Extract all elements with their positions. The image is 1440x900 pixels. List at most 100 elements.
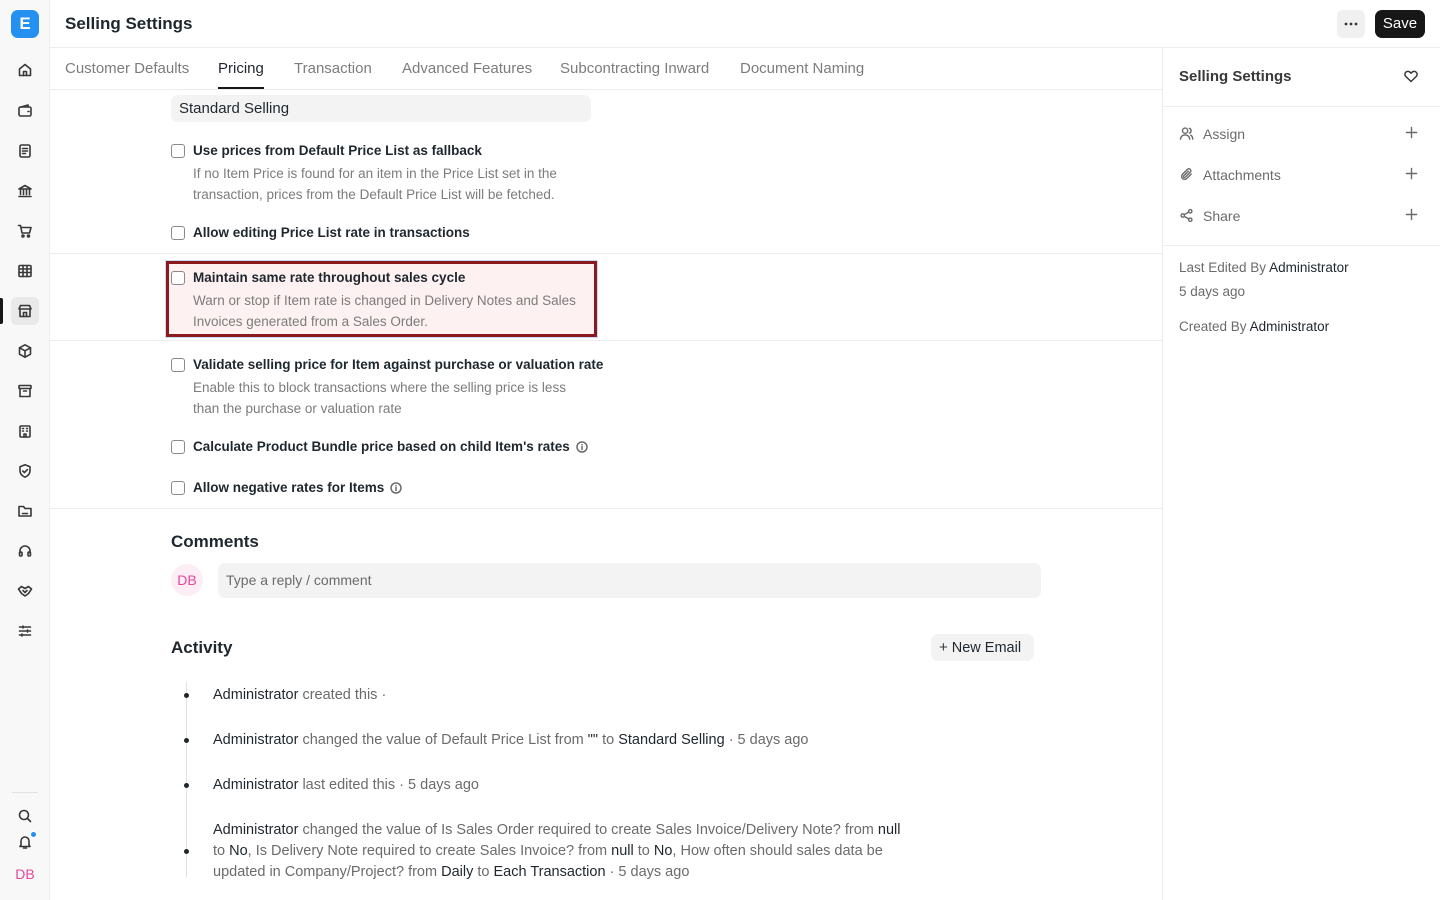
last-edited-info: Last Edited By Administrator: [1179, 260, 1349, 275]
negative-rates-checkbox[interactable]: [171, 481, 185, 495]
default-price-list-field[interactable]: Standard Selling: [171, 95, 591, 122]
activity-user[interactable]: Administrator: [213, 777, 298, 793]
old-value: null: [611, 843, 634, 859]
activity-item: Administrator changed the value of Is Sa…: [213, 820, 903, 883]
form-tabs: Customer Defaults Pricing Transaction Ad…: [50, 48, 1162, 90]
tab-pricing[interactable]: Pricing: [218, 60, 264, 77]
checkbox-label: Use prices from Default Price List as fa…: [193, 143, 482, 158]
info-icon[interactable]: [576, 441, 588, 453]
user-avatar[interactable]: DB: [11, 862, 39, 886]
bank-icon[interactable]: [11, 177, 39, 205]
search-icon[interactable]: [11, 802, 39, 830]
notification-dot: [30, 831, 37, 838]
field-description: If no Item Price is found for an item in…: [193, 166, 557, 202]
sidebar-assign[interactable]: Assign: [1179, 124, 1429, 144]
wallet-icon[interactable]: [11, 97, 39, 125]
handshake-icon[interactable]: [11, 577, 39, 605]
last-edited-user[interactable]: Administrator: [1269, 260, 1349, 275]
save-button[interactable]: Save: [1375, 10, 1425, 38]
activity-item: Administrator created this ·: [213, 685, 1113, 706]
section-divider: [50, 508, 1162, 509]
sidebar-action-label: Attachments: [1203, 167, 1281, 183]
tab-subcontracting-inward[interactable]: Subcontracting Inward: [560, 60, 709, 77]
validate-selling-price-checkbox[interactable]: [171, 358, 185, 372]
created-user[interactable]: Administrator: [1250, 319, 1330, 334]
activity-text: last edited this · 5 days ago: [302, 777, 479, 793]
timeline-dot: [184, 738, 189, 743]
created-by-info: Created By Administrator: [1179, 319, 1329, 334]
comments-heading: Comments: [171, 532, 259, 551]
active-tab-indicator: [218, 87, 264, 89]
checkbox-label: Maintain same rate throughout sales cycl…: [193, 270, 466, 285]
tab-advanced-features[interactable]: Advanced Features: [402, 60, 532, 77]
old-value: null: [877, 822, 901, 838]
timeline-line: [186, 682, 187, 877]
old-value: "": [587, 732, 599, 748]
activity-user[interactable]: Administrator: [213, 822, 298, 838]
checkbox-label-with-info: Allow negative rates for Items: [193, 480, 403, 495]
activity-time: · 5 days ago: [609, 864, 690, 880]
activity-text: to: [602, 732, 615, 748]
fallback-price-list-checkbox[interactable]: [171, 144, 185, 158]
app-logo[interactable]: E: [11, 10, 39, 38]
active-indicator: [0, 298, 3, 324]
activity-user[interactable]: Administrator: [213, 732, 298, 748]
activity-text: , Is Delivery Note required to create Sa…: [247, 843, 608, 859]
timeline-dot: [184, 849, 189, 854]
new-value: No: [653, 843, 673, 859]
plus-icon[interactable]: [1405, 167, 1418, 180]
checkbox-label-with-info: Calculate Product Bundle price based on …: [193, 439, 588, 454]
activity-text: created this ·: [302, 687, 387, 703]
comment-input[interactable]: Type a reply / comment: [218, 563, 1041, 598]
activity-user[interactable]: Administrator: [213, 687, 298, 703]
field-description: Warn or stop if Item rate is changed in …: [193, 293, 576, 329]
building-icon[interactable]: [11, 417, 39, 445]
sidebar-action-label: Assign: [1203, 126, 1246, 142]
package-icon[interactable]: [11, 337, 39, 365]
headset-icon[interactable]: [11, 537, 39, 565]
activity-text: to: [213, 843, 226, 859]
comment-avatar: DB: [171, 564, 203, 596]
home-icon[interactable]: [11, 56, 39, 84]
more-actions-button[interactable]: [1337, 10, 1365, 38]
share-icon: [1180, 208, 1193, 223]
activity-item: Administrator last edited this · 5 days …: [213, 775, 1113, 796]
document-icon[interactable]: [11, 137, 39, 165]
info-icon[interactable]: [390, 482, 403, 494]
plus-icon[interactable]: [1405, 126, 1418, 139]
timeline-dot: [184, 693, 189, 698]
sidebar-title: Selling Settings: [1179, 68, 1292, 85]
created-label: Created By: [1179, 319, 1247, 334]
plus-icon: +: [939, 639, 948, 656]
checkbox-label: Validate selling price for Item against …: [193, 357, 604, 372]
sliders-icon[interactable]: [11, 617, 39, 645]
cart-icon[interactable]: [11, 217, 39, 245]
product-bundle-price-checkbox[interactable]: [171, 440, 185, 454]
app-sidebar: E DB: [0, 0, 50, 900]
heart-icon[interactable]: [1403, 68, 1419, 84]
activity-text: to: [637, 843, 650, 859]
maintain-same-rate-checkbox[interactable]: [171, 271, 185, 285]
new-email-label: New Email: [951, 640, 1022, 656]
section-divider: [50, 340, 1162, 341]
tab-customer-defaults[interactable]: Customer Defaults: [65, 60, 189, 77]
store-icon[interactable]: [11, 297, 39, 325]
archive-icon[interactable]: [11, 377, 39, 405]
activity-time: · 5 days ago: [728, 732, 809, 748]
activity-text: changed the value of Is Sales Order requ…: [302, 822, 874, 838]
table-icon[interactable]: [11, 257, 39, 285]
plus-icon[interactable]: [1405, 208, 1418, 221]
sidebar-divider: [1163, 245, 1440, 246]
field-description: Enable this to block transactions where …: [193, 380, 566, 416]
sidebar-attachments[interactable]: Attachments: [1179, 165, 1429, 185]
new-email-button[interactable]: + New Email: [931, 634, 1034, 661]
document-sidebar: Selling Settings Assign Attachments Shar…: [1162, 48, 1440, 900]
folder-icon[interactable]: [11, 497, 39, 525]
sidebar-share[interactable]: Share: [1179, 206, 1429, 226]
allow-edit-price-list-rate-checkbox[interactable]: [171, 226, 185, 240]
tab-transaction[interactable]: Transaction: [294, 60, 372, 77]
shield-icon[interactable]: [11, 457, 39, 485]
tab-document-naming[interactable]: Document Naming: [740, 60, 864, 77]
paperclip-icon: [1180, 168, 1192, 181]
bell-icon[interactable]: [11, 828, 39, 856]
